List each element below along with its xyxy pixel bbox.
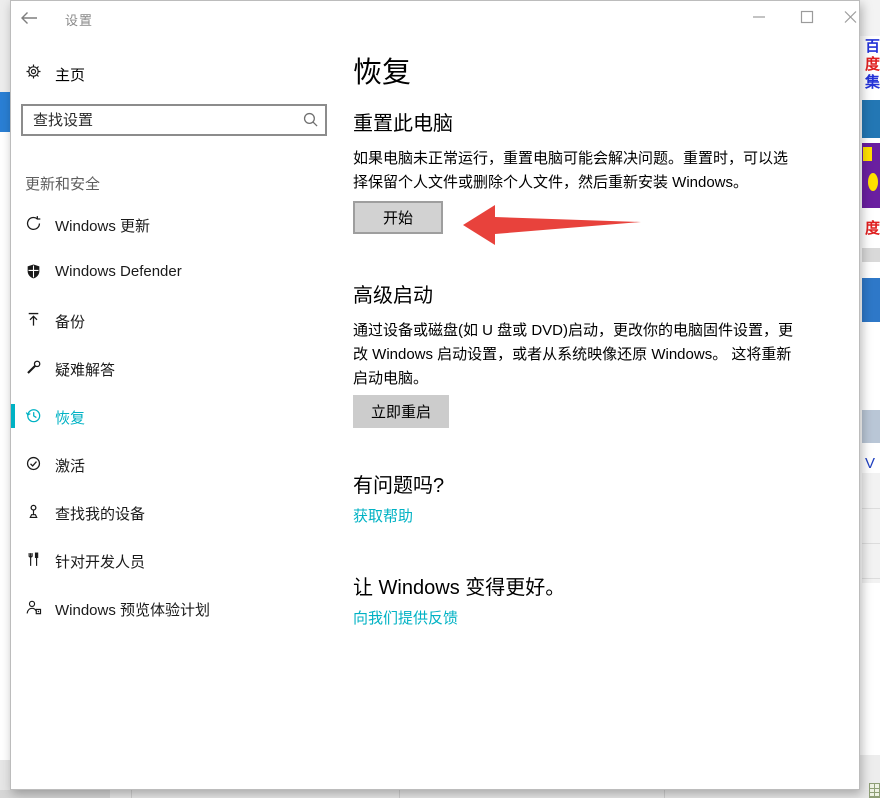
background-left-gray-block <box>0 0 10 92</box>
close-button[interactable] <box>829 1 871 33</box>
background-partial-text: 度 <box>865 220 880 237</box>
titlebar: 设置 <box>11 1 859 37</box>
sidebar-item-label: Windows 预览体验计划 <box>55 599 210 620</box>
sidebar-item-backup[interactable]: 备份 <box>11 296 331 344</box>
sidebar-item-activation[interactable]: 激活 <box>11 440 331 488</box>
background-list-panel <box>862 473 880 583</box>
background-blue-block <box>862 278 880 322</box>
background-partial-text: 百 <box>865 38 880 55</box>
screen: 百 度 集 度 V 设置 <box>0 0 880 798</box>
sidebar-item-label: Windows 更新 <box>55 215 150 236</box>
sidebar-item-label: 激活 <box>55 455 85 476</box>
feedback-heading: 让 Windows 变得更好。 <box>353 571 565 600</box>
table-grid-icon <box>869 783 880 798</box>
map-pin-icon <box>25 503 42 520</box>
background-window-left-sliver <box>0 0 10 798</box>
search-icon[interactable] <box>302 111 319 128</box>
settings-window: 设置 <box>10 0 860 790</box>
restart-now-button[interactable]: 立即重启 <box>353 395 449 428</box>
help-heading: 有问题吗? <box>353 469 444 498</box>
get-started-button[interactable]: 开始 <box>353 201 443 234</box>
advanced-startup-description: 通过设备或磁盘(如 U 盘或 DVD)启动，更改你的电脑固件设置，更 改 Win… <box>353 319 865 391</box>
sidebar-item-recovery[interactable]: 恢复 <box>11 392 331 440</box>
sidebar-item-windows-insider[interactable]: Windows 预览体验计划 <box>11 584 331 632</box>
background-window-right-sliver: 百 度 集 度 V <box>860 0 880 798</box>
sidebar-item-label: 恢复 <box>55 407 85 428</box>
advanced-startup-heading: 高级启动 <box>353 279 433 308</box>
sidebar-item-windows-defender[interactable]: Windows Defender <box>11 248 331 296</box>
back-button[interactable] <box>19 3 57 33</box>
sidebar-section-header: 更新和安全 <box>25 173 100 194</box>
sidebar-item-label: 疑难解答 <box>55 359 115 380</box>
sidebar-item-label: 针对开发人员 <box>55 551 145 572</box>
insider-person-icon <box>25 599 42 616</box>
search-input[interactable] <box>21 104 327 136</box>
gear-icon <box>25 63 42 80</box>
annotation-arrow <box>459 197 649 253</box>
background-window-bottom-strip <box>0 790 880 798</box>
sidebar-item-find-my-device[interactable]: 查找我的设备 <box>11 488 331 536</box>
minimize-icon <box>738 1 780 33</box>
minimize-button[interactable] <box>738 1 780 33</box>
window-title: 设置 <box>65 10 93 29</box>
maximize-button[interactable] <box>785 1 827 33</box>
settings-search <box>21 104 327 136</box>
get-help-link[interactable]: 获取帮助 <box>353 505 413 526</box>
background-partial-text: V <box>865 455 880 472</box>
sidebar-item-for-developers[interactable]: 针对开发人员 <box>11 536 331 584</box>
background-slate-block <box>862 410 880 443</box>
maximize-icon <box>785 1 827 33</box>
sync-icon <box>25 215 42 232</box>
background-gray-strip <box>862 248 880 262</box>
sidebar-item-label: 主页 <box>55 64 85 85</box>
give-feedback-link[interactable]: 向我们提供反馈 <box>353 607 458 628</box>
dev-tools-icon <box>25 551 42 568</box>
upload-icon <box>25 311 42 328</box>
history-icon <box>25 407 42 424</box>
close-icon <box>829 1 871 33</box>
selected-indicator <box>11 404 15 428</box>
sidebar-item-label: 备份 <box>55 311 85 332</box>
back-arrow-icon <box>19 10 39 26</box>
shield-icon <box>25 263 42 280</box>
sidebar-item-label: Windows Defender <box>55 263 182 280</box>
page-title: 恢复 <box>353 49 411 91</box>
sidebar-item-troubleshoot[interactable]: 疑难解答 <box>11 344 331 392</box>
background-partial-text: 度 <box>865 56 880 73</box>
sidebar-item-label: 查找我的设备 <box>55 503 145 524</box>
check-circle-icon <box>25 455 42 472</box>
reset-pc-description: 如果电脑未正常运行，重置电脑可能会解决问题。重置时，可以选 择保留个人文件或删除… <box>353 147 865 195</box>
reset-pc-heading: 重置此电脑 <box>353 107 453 136</box>
background-blue-banner <box>862 100 880 138</box>
sidebar-nav: Windows 更新 Windows Defender 备份 <box>11 200 331 632</box>
sidebar-item-home[interactable]: 主页 <box>11 53 331 93</box>
wrench-icon <box>25 359 42 376</box>
background-left-blue-block <box>0 92 10 132</box>
background-partial-text: 集 <box>865 74 880 91</box>
sidebar-item-windows-update[interactable]: Windows 更新 <box>11 200 331 248</box>
